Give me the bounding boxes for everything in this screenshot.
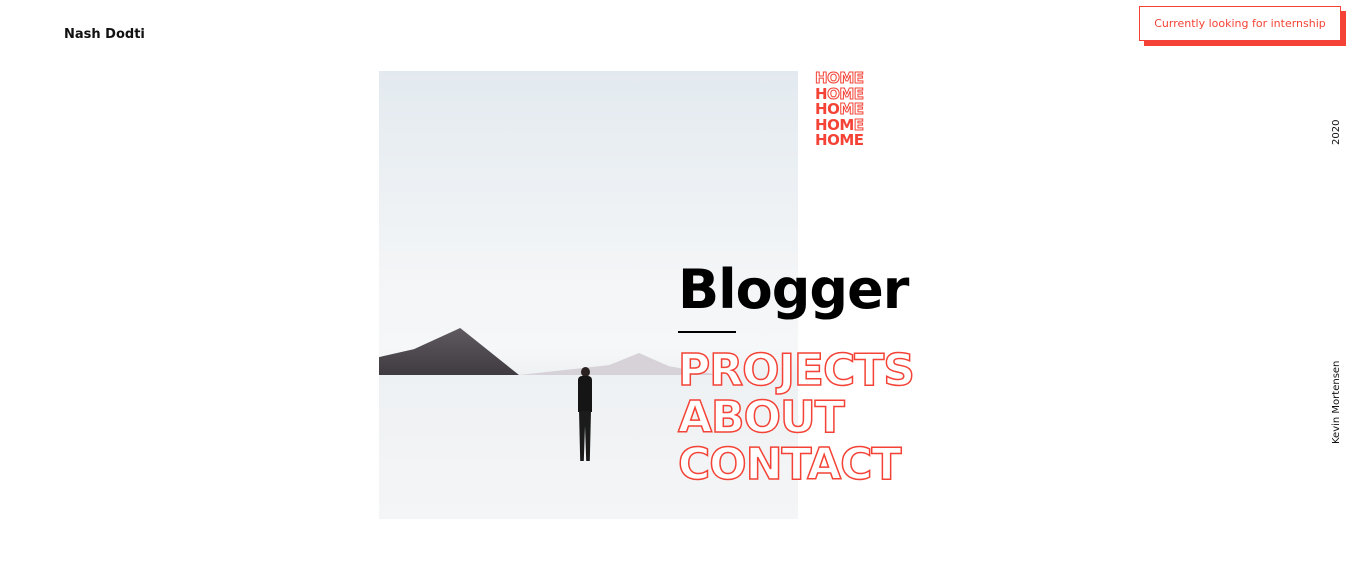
nav-contact[interactable]: CONTACT: [677, 440, 914, 489]
main-nav: PROJECTS ABOUT CONTACT: [677, 346, 915, 489]
home-logo[interactable]: HOME HOME HOME HOME HOME: [814, 70, 864, 149]
nav-about[interactable]: ABOUT: [677, 393, 914, 442]
logo-row: HOME: [815, 131, 864, 149]
mountain: [379, 328, 519, 375]
nav-projects[interactable]: PROJECTS: [677, 346, 915, 395]
title-divider: [678, 331, 736, 333]
brand-name[interactable]: Nash Dodti: [64, 27, 145, 42]
person-figure: [575, 367, 595, 467]
photo-credit: Kevin Mortensen: [1331, 360, 1342, 444]
internship-button[interactable]: Currently looking for internship: [1139, 6, 1341, 41]
page-title: Blogger: [678, 258, 909, 321]
year-label: 2020: [1331, 119, 1342, 145]
